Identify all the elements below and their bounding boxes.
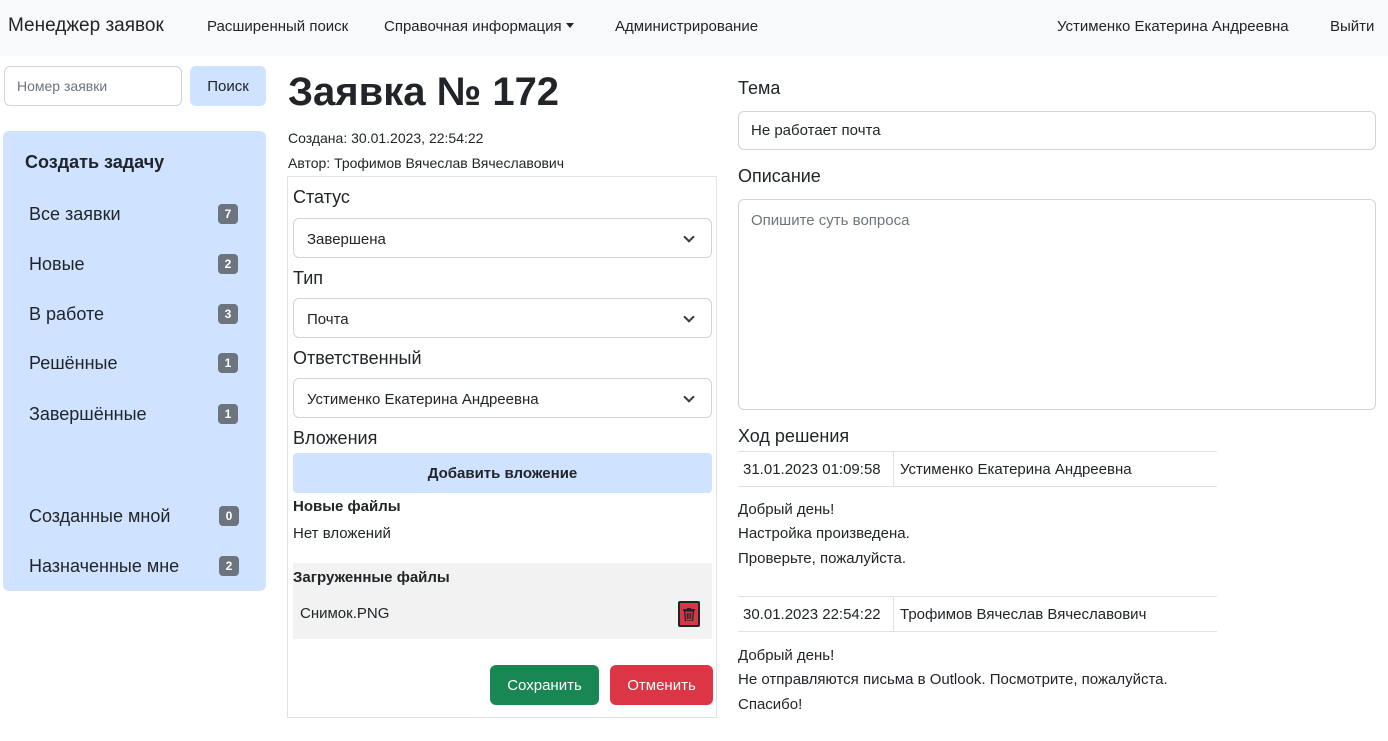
sidebar-item-label: Решённые <box>29 353 118 373</box>
log-entry-header: 30.01.2023 22:54:22 Трофимов Вячеслав Вя… <box>738 596 1217 632</box>
no-attachments-text: Нет вложений <box>293 525 391 542</box>
count-badge: 7 <box>218 204 238 224</box>
type-value: Почта <box>307 311 349 328</box>
progress-label: Ход решения <box>738 426 850 446</box>
trash-icon <box>683 608 695 621</box>
uploaded-files-label: Загруженные файлы <box>293 569 450 586</box>
description-textarea[interactable] <box>738 199 1376 410</box>
navbar: Менеджер заявок Расширенный поиск Справо… <box>0 0 1388 56</box>
nav-reference-dropdown[interactable]: Справочная информация <box>384 18 574 35</box>
new-files-label: Новые файлы <box>293 498 401 515</box>
log-divider <box>893 597 894 631</box>
sidebar-item-label: Назначенные мне <box>29 556 180 576</box>
log-entry-line: Проверьте, пожалуйста. <box>738 550 906 567</box>
ticket-form: Статус Завершена Тип Почта Ответственный… <box>287 176 717 718</box>
delete-file-button[interactable] <box>678 601 700 627</box>
sidebar-item-label: В работе <box>29 304 105 324</box>
count-badge: 3 <box>218 304 238 324</box>
log-entry-line: Добрый день! <box>738 501 835 518</box>
type-label: Тип <box>293 268 324 288</box>
assignee-label: Ответственный <box>293 348 422 368</box>
count-badge: 2 <box>218 254 238 274</box>
nav-advanced-search[interactable]: Расширенный поиск <box>207 18 348 35</box>
page-title: Заявка № 172 <box>288 70 560 114</box>
count-badge: 0 <box>219 506 239 526</box>
attachments-label: Вложения <box>293 428 378 448</box>
save-button[interactable]: Сохранить <box>490 665 599 705</box>
uploaded-files: Загруженные файлы Снимок.PNG <box>293 563 712 639</box>
chevron-down-icon <box>683 391 695 403</box>
count-badge: 2 <box>219 556 239 576</box>
log-entry-author: Устименко Екатерина Андреевна <box>900 461 1132 478</box>
sidebar-item-label: Завершённые <box>29 404 147 424</box>
search-button[interactable]: Поиск <box>190 66 266 106</box>
status-select[interactable]: Завершена <box>293 218 712 258</box>
nav-current-user[interactable]: Устименко Екатерина Андреевна <box>1057 18 1289 35</box>
cancel-button[interactable]: Отменить <box>610 665 713 705</box>
ticket-number-input[interactable] <box>4 66 182 106</box>
log-entry-line: Не отправляются письма в Outlook. Посмот… <box>738 671 1168 688</box>
log-entry-header: 31.01.2023 01:09:58 Устименко Екатерина … <box>738 451 1217 487</box>
log-entry-date: 31.01.2023 01:09:58 <box>743 461 881 478</box>
nav-logout[interactable]: Выйти <box>1330 18 1374 35</box>
add-attachment-button[interactable]: Добавить вложение <box>293 453 712 493</box>
description-label: Описание <box>738 166 821 186</box>
sidebar-item-completed[interactable]: Завершённые 1 <box>29 402 254 430</box>
status-value: Завершена <box>307 231 386 248</box>
assignee-select[interactable]: Устименко Екатерина Андреевна <box>293 378 712 418</box>
sidebar-item-assigned-to-me[interactable]: Назначенные мне 2 <box>29 554 254 582</box>
create-task-link[interactable]: Создать задачу <box>25 152 164 173</box>
log-entry-line: Спасибо! <box>738 696 803 713</box>
ticket-author: Автор: Трофимов Вячеслав Вячеславович <box>288 155 565 171</box>
sidebar-item-in-progress[interactable]: В работе 3 <box>29 302 254 330</box>
sidebar-item-new[interactable]: Новые 2 <box>29 252 254 280</box>
uploaded-file-name[interactable]: Снимок.PNG <box>300 605 389 622</box>
nav-reference-label: Справочная информация <box>384 18 562 35</box>
log-entry-author: Трофимов Вячеслав Вячеславович <box>900 606 1147 623</box>
log-entry-date: 30.01.2023 22:54:22 <box>743 606 881 623</box>
topic-label: Тема <box>738 78 781 98</box>
sidebar-item-label: Новые <box>29 254 85 274</box>
log-entry-line: Настройка произведена. <box>738 525 910 542</box>
count-badge: 1 <box>218 404 238 424</box>
log-entry-line: Добрый день! <box>738 647 835 664</box>
sidebar-item-label: Созданные мной <box>29 506 171 526</box>
nav-administration[interactable]: Администрирование <box>615 18 758 35</box>
sidebar-item-solved[interactable]: Решённые 1 <box>29 351 254 379</box>
ticket-created: Создана: 30.01.2023, 22:54:22 <box>288 130 484 146</box>
chevron-down-icon <box>683 311 695 323</box>
assignee-value: Устименко Екатерина Андреевна <box>307 391 539 408</box>
chevron-down-icon <box>683 231 695 243</box>
sidebar-item-label: Все заявки <box>29 204 121 224</box>
log-divider <box>893 452 894 486</box>
sidebar-item-created-by-me[interactable]: Созданные мной 0 <box>29 504 254 532</box>
brand-link[interactable]: Менеджер заявок <box>8 15 164 37</box>
count-badge: 1 <box>218 353 238 373</box>
topic-input[interactable] <box>738 111 1376 150</box>
status-label: Статус <box>293 187 350 207</box>
sidebar-item-all[interactable]: Все заявки 7 <box>29 202 254 230</box>
caret-down-icon <box>565 23 574 28</box>
type-select[interactable]: Почта <box>293 298 712 338</box>
sidebar: Создать задачу Все заявки 7 Новые 2 В ра… <box>3 131 266 591</box>
